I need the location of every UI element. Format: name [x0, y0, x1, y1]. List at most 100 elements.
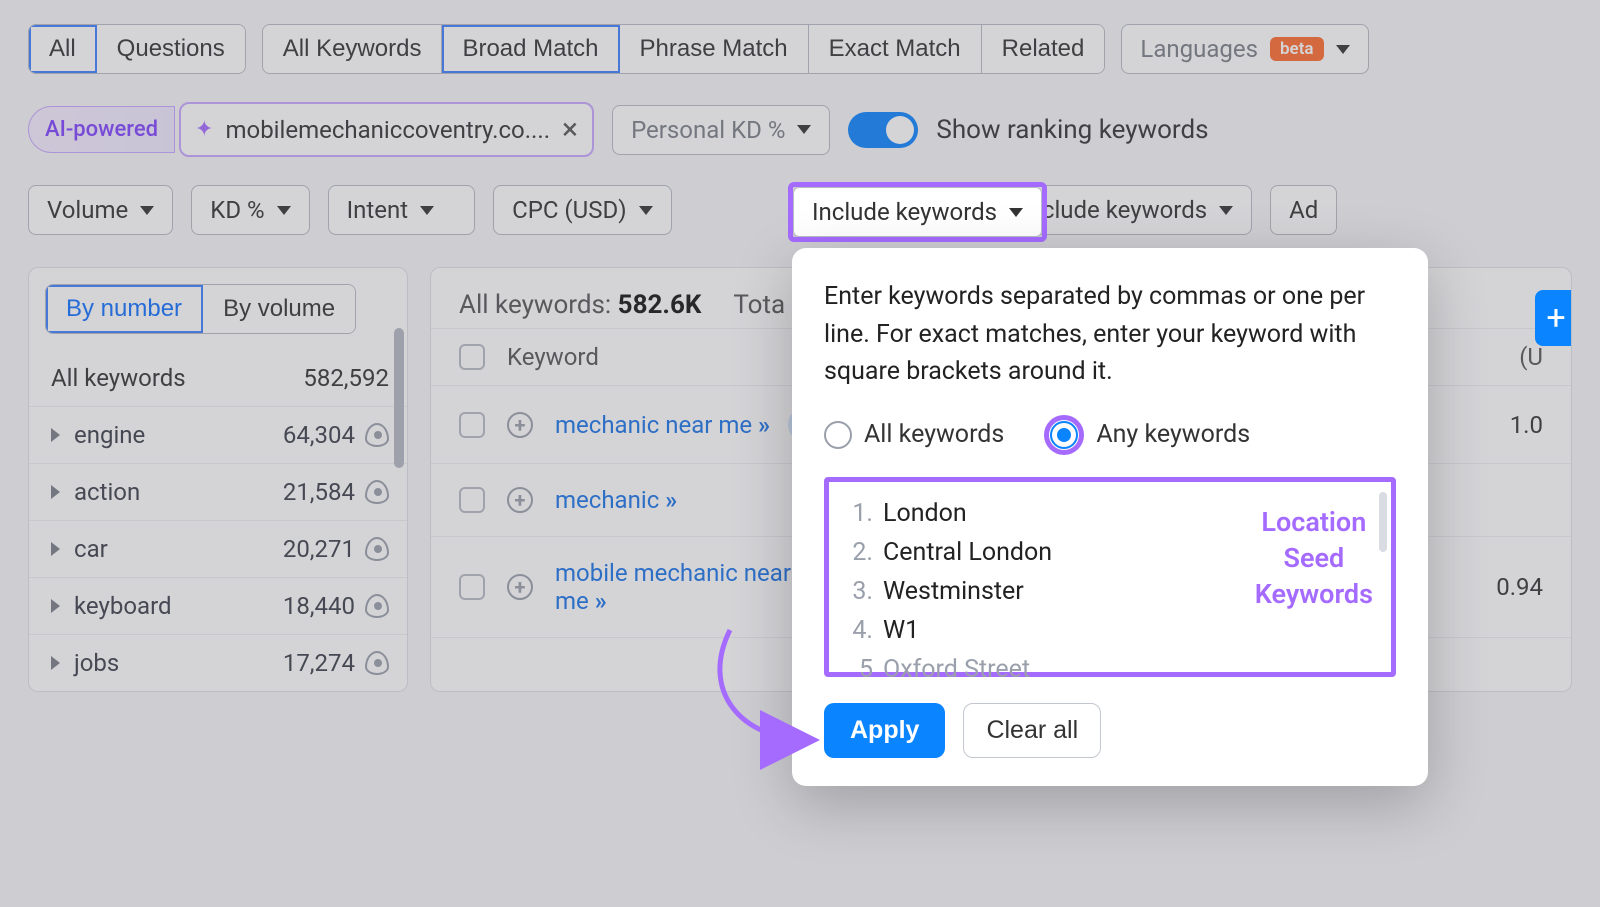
total-label: Tota	[733, 290, 785, 320]
sidebar-item-count: 21,584	[283, 478, 355, 506]
filter-label: Include keywords	[812, 198, 997, 226]
col-keyword: Keyword	[507, 343, 599, 371]
tab-group-questions: All Questions	[28, 24, 246, 74]
sidebar-item-car[interactable]: car 20,271	[29, 520, 407, 577]
row-right-val: 1.0	[1510, 411, 1543, 439]
ai-powered-badge: AI-powered	[28, 106, 175, 153]
beta-badge: beta	[1270, 37, 1324, 61]
sidebar-item-engine[interactable]: engine 64,304	[29, 406, 407, 463]
sort-by-volume[interactable]: By volume	[203, 285, 355, 333]
scrollbar[interactable]	[1379, 492, 1387, 552]
row-checkbox[interactable]	[459, 574, 485, 600]
row-checkbox[interactable]	[459, 412, 485, 438]
sort-by-number[interactable]: By number	[46, 285, 203, 333]
chevron-down-icon	[639, 206, 653, 215]
row-checkbox[interactable]	[459, 487, 485, 513]
select-all-checkbox[interactable]	[459, 344, 485, 370]
keyword-line: London	[883, 499, 967, 528]
sidebar-item-label: keyboard	[74, 592, 172, 620]
add-button[interactable]: +	[1535, 290, 1572, 346]
tab-all[interactable]: All	[29, 25, 97, 73]
ai-label: AI-powered	[45, 117, 158, 142]
sidebar-item-keyboard[interactable]: keyboard 18,440	[29, 577, 407, 634]
sidebar-item-count: 20,271	[283, 535, 355, 563]
sidebar-item-label: engine	[74, 421, 145, 449]
summary-label: All keywords:	[459, 290, 611, 320]
include-keywords-popover: Enter keywords separated by commas or on…	[792, 248, 1428, 786]
tab-broad-match[interactable]: Broad Match	[442, 25, 619, 73]
tab-all-keywords[interactable]: All Keywords	[263, 25, 443, 73]
open-icon: »	[665, 486, 673, 514]
top-tab-bar: All Questions All Keywords Broad Match P…	[0, 0, 1600, 84]
close-icon[interactable]: ×	[562, 112, 578, 147]
chevron-right-icon	[51, 428, 60, 442]
chevron-down-icon	[140, 206, 154, 215]
sidebar-item-label: car	[74, 535, 108, 563]
tab-group-match: All Keywords Broad Match Phrase Match Ex…	[262, 24, 1106, 74]
keywords-textarea[interactable]: 1.London 2.Central London 3.Westminster …	[824, 477, 1396, 677]
context-row: AI-powered ✦ mobilemechaniccoventry.co..…	[0, 84, 1600, 167]
eye-icon[interactable]	[365, 594, 389, 618]
filter-ad[interactable]: Ad	[1270, 185, 1337, 235]
tab-phrase-match[interactable]: Phrase Match	[620, 25, 809, 73]
add-icon[interactable]: +	[507, 487, 533, 513]
radio-highlight-ring	[1044, 415, 1084, 455]
include-keywords-highlight: Include keywords	[788, 182, 1047, 242]
row-right-val: 0.94	[1496, 573, 1543, 601]
add-icon[interactable]: +	[507, 412, 533, 438]
sidebar-item-count: 17,274	[283, 649, 355, 677]
languages-dropdown[interactable]: Languages beta	[1121, 24, 1368, 74]
filter-intent[interactable]: Intent	[328, 185, 475, 235]
filter-label: Volume	[47, 196, 128, 224]
keyword-link[interactable]: mechanic »	[555, 486, 673, 514]
chevron-right-icon	[51, 599, 60, 613]
sidebar-item-label: action	[74, 478, 140, 506]
sidebar-item-label: jobs	[74, 649, 119, 677]
keyword-line: Central London	[883, 538, 1052, 567]
show-ranking-toggle[interactable]	[848, 112, 918, 148]
eye-icon[interactable]	[365, 423, 389, 447]
chevron-down-icon	[1219, 206, 1233, 215]
keyword-link[interactable]: mobile mechanic near me »	[555, 559, 815, 615]
pkd-label: Personal KD %	[631, 116, 785, 144]
filter-volume[interactable]: Volume	[28, 185, 173, 235]
scrollbar[interactable]	[394, 328, 404, 468]
add-icon[interactable]: +	[507, 574, 533, 600]
site-chip[interactable]: ✦ mobilemechaniccoventry.co.... ×	[179, 102, 594, 157]
seed-keywords-annotation: Location Seed Keywords	[1255, 504, 1373, 613]
keyword-line: Oxford Street	[883, 655, 1030, 684]
filter-kd[interactable]: KD %	[191, 185, 309, 235]
sidebar-item-action[interactable]: action 21,584	[29, 463, 407, 520]
apply-button[interactable]: Apply	[824, 703, 945, 758]
sidebar-head: All keywords 582,592	[29, 350, 407, 406]
chevron-down-icon	[797, 125, 811, 134]
chevron-down-icon	[277, 206, 291, 215]
sidebar-head-label: All keywords	[51, 364, 186, 392]
chevron-down-icon	[1009, 208, 1023, 217]
open-icon: »	[595, 587, 603, 615]
popover-actions: Apply Clear all	[824, 703, 1396, 758]
sort-segmented: By number By volume	[45, 284, 356, 334]
eye-icon[interactable]	[365, 537, 389, 561]
keyword-link[interactable]: mechanic near me »	[555, 411, 766, 439]
chevron-down-icon	[1336, 45, 1350, 54]
radio-all-keywords[interactable]: All keywords	[824, 420, 1004, 449]
radio-any-keywords[interactable]: Any keywords	[1044, 415, 1250, 455]
tab-exact-match[interactable]: Exact Match	[809, 25, 982, 73]
sidebar: By number By volume All keywords 582,592…	[28, 267, 408, 692]
eye-icon[interactable]	[365, 651, 389, 675]
keyword-line: W1	[883, 616, 919, 645]
col-right: (U	[1519, 343, 1543, 371]
chevron-down-icon	[420, 206, 434, 215]
site-text: mobilemechaniccoventry.co....	[225, 116, 550, 144]
sidebar-item-jobs[interactable]: jobs 17,274	[29, 634, 407, 691]
tab-related[interactable]: Related	[982, 25, 1105, 73]
clear-all-button[interactable]: Clear all	[963, 703, 1101, 758]
radio-group: All keywords Any keywords	[824, 415, 1396, 455]
filter-cpc[interactable]: CPC (USD)	[493, 185, 671, 235]
sidebar-head-count: 582,592	[303, 364, 389, 392]
filter-include-keywords[interactable]: Include keywords	[793, 187, 1042, 237]
tab-questions[interactable]: Questions	[97, 25, 245, 73]
personal-kd-dropdown[interactable]: Personal KD %	[612, 105, 830, 155]
eye-icon[interactable]	[365, 480, 389, 504]
